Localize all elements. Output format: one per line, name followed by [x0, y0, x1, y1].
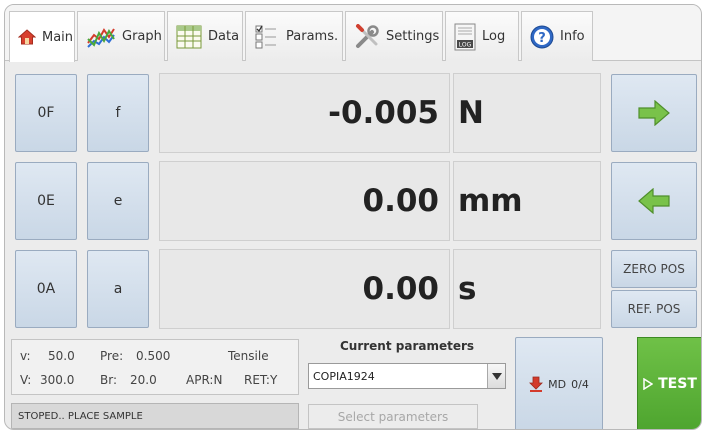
- time-unit-text: s: [458, 271, 477, 307]
- extension-value-text: 0.00: [362, 183, 440, 219]
- dropdown-arrow[interactable]: [487, 364, 505, 388]
- chevron-down-icon: [491, 372, 502, 380]
- break-value: 20.0: [130, 373, 157, 387]
- force-select-label: f: [115, 105, 121, 121]
- tab-graph-label: Graph: [122, 29, 162, 44]
- tab-info[interactable]: ? Info: [521, 11, 593, 61]
- arrow-left-icon: [638, 188, 670, 214]
- app-window: Main Graph Data Params. Settings LOG Log…: [4, 4, 702, 430]
- zero-time-label: 0A: [36, 281, 56, 297]
- arrow-right-icon: [638, 100, 670, 126]
- tools-icon: [356, 23, 379, 48]
- approach-flag: APR:N: [186, 373, 223, 387]
- md-button[interactable]: MD 0/4: [515, 337, 603, 429]
- extension-unit-text: mm: [458, 183, 523, 219]
- tab-main[interactable]: Main: [9, 11, 75, 62]
- extension-value: 0.00: [159, 161, 450, 241]
- table-icon: [176, 25, 202, 48]
- extension-unit: mm: [453, 161, 601, 241]
- home-icon: [18, 29, 36, 45]
- time-value-text: 0.00: [362, 271, 440, 307]
- return-speed-value: 300.0: [40, 373, 75, 387]
- zero-extension-button[interactable]: 0E: [15, 162, 77, 240]
- select-parameters-label: Select parameters: [337, 409, 449, 424]
- help-icon-text: ?: [538, 31, 546, 46]
- test-label: TEST: [658, 376, 697, 392]
- zero-time-button[interactable]: 0A: [15, 250, 77, 328]
- break-label: Br:: [100, 373, 117, 387]
- tab-settings[interactable]: Settings: [345, 11, 443, 61]
- tab-info-label: Info: [560, 29, 585, 44]
- move-down-button[interactable]: [611, 162, 697, 240]
- speed-value: 50.0: [48, 349, 75, 363]
- tab-bar: Main Graph Data Params. Settings LOG Log…: [5, 5, 701, 62]
- extension-select-label: e: [113, 193, 123, 209]
- speed-label: v:: [20, 349, 31, 363]
- force-unit-text: N: [458, 95, 484, 131]
- force-value: -0.005: [159, 73, 450, 153]
- tab-params-label: Params.: [286, 29, 339, 44]
- force-select-button[interactable]: f: [87, 74, 149, 152]
- test-button[interactable]: TEST: [637, 337, 701, 429]
- tab-settings-label: Settings: [386, 29, 440, 44]
- tab-data[interactable]: Data: [167, 11, 243, 61]
- log-icon: LOG: [454, 23, 476, 50]
- extension-select-button[interactable]: e: [87, 162, 149, 240]
- ref-pos-label: REF. POS: [627, 302, 681, 316]
- time-select-button[interactable]: a: [87, 250, 149, 328]
- time-unit: s: [453, 249, 601, 329]
- tab-params[interactable]: Params.: [245, 11, 343, 61]
- test-mode: Tensile: [228, 349, 269, 363]
- tab-log[interactable]: LOG Log: [445, 11, 519, 61]
- status-text: STOPED.. PLACE SAMPLE: [18, 410, 143, 422]
- tab-main-label: Main: [42, 29, 74, 45]
- select-parameters-button[interactable]: Select parameters: [308, 404, 478, 429]
- tab-data-label: Data: [208, 29, 240, 44]
- help-icon: ?: [530, 25, 554, 48]
- tab-graph[interactable]: Graph: [77, 11, 165, 61]
- status-bar: STOPED.. PLACE SAMPLE: [11, 403, 299, 429]
- return-flag: RET:Y: [244, 373, 278, 387]
- ref-pos-button[interactable]: REF. POS: [611, 290, 697, 328]
- parameters-dropdown[interactable]: COPIA1924: [308, 363, 506, 389]
- zero-force-button[interactable]: 0F: [15, 74, 77, 152]
- parameters-selected: COPIA1924: [313, 369, 375, 383]
- md-count: 0/4: [571, 377, 589, 391]
- move-up-button[interactable]: [611, 74, 697, 152]
- log-icon-text: LOG: [459, 41, 472, 48]
- zero-pos-button[interactable]: ZERO POS: [611, 250, 697, 288]
- graph-icon: [87, 27, 115, 48]
- force-unit: N: [453, 73, 601, 153]
- play-icon: [643, 378, 654, 390]
- zero-pos-label: ZERO POS: [623, 262, 685, 276]
- download-arrow-icon: [529, 376, 544, 392]
- md-label: MD: [548, 377, 567, 391]
- force-value-text: -0.005: [328, 95, 439, 131]
- zero-force-label: 0F: [37, 105, 55, 121]
- time-value: 0.00: [159, 249, 450, 329]
- checklist-icon: [255, 25, 276, 48]
- preload-value: 0.500: [136, 349, 171, 363]
- zero-extension-label: 0E: [37, 193, 55, 209]
- tab-log-label: Log: [482, 29, 506, 44]
- time-select-label: a: [113, 281, 123, 297]
- preload-label: Pre:: [100, 349, 124, 363]
- current-parameters-title: Current parameters: [339, 339, 475, 353]
- test-info-panel: v: 50.0 Pre: 0.500 Tensile V: 300.0 Br: …: [11, 339, 299, 395]
- return-speed-label: V:: [20, 373, 32, 387]
